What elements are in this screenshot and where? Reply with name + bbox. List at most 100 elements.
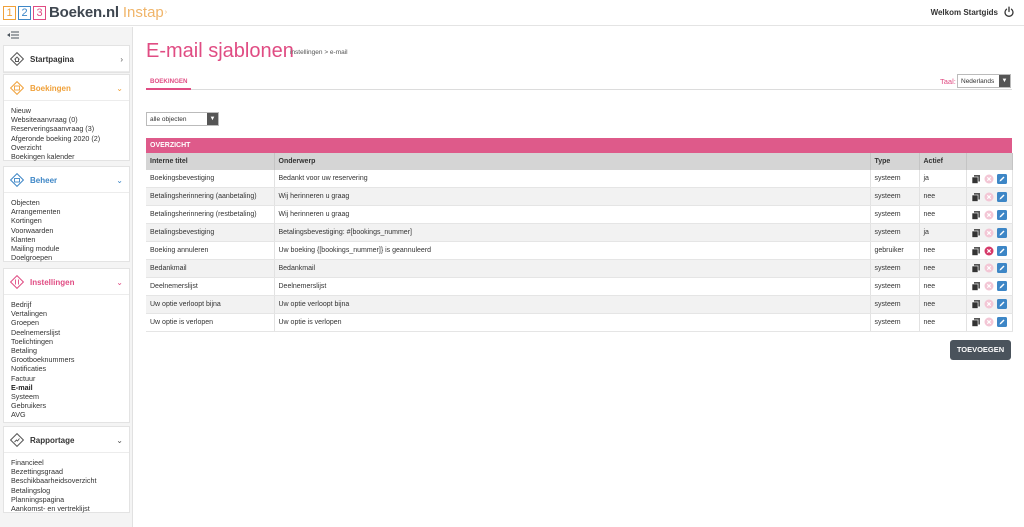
- copy-icon[interactable]: [971, 192, 981, 202]
- col-type: Type: [870, 153, 920, 170]
- sidebar-item-vertalingen[interactable]: Vertalingen: [11, 309, 129, 318]
- sidebar-item-overzicht[interactable]: Overzicht: [11, 143, 129, 152]
- delete-icon[interactable]: [984, 192, 994, 202]
- sidebar-item-avg[interactable]: AVG: [11, 410, 129, 419]
- sidebar-item-websiteaanvraag[interactable]: Websiteaanvraag (0): [11, 115, 129, 124]
- sidebar-item-bezettingsgraad[interactable]: Bezettingsgraad: [11, 467, 129, 476]
- sidebar-panel-head-startpagina[interactable]: Startpagina ›: [4, 46, 129, 72]
- language-select[interactable]: Nederlands ▼: [957, 74, 1011, 88]
- edit-icon[interactable]: [996, 209, 1007, 220]
- copy-icon[interactable]: [971, 299, 981, 309]
- sidebar-item-betaling[interactable]: Betaling: [11, 346, 129, 355]
- sidebar-panel-title: Beheer: [30, 176, 58, 185]
- sidebar-panel-beheer: Beheer ⌄ Objecten Arrangementen Kortinge…: [3, 166, 130, 262]
- settings-icon: [10, 275, 24, 289]
- sidebar-panel-boekingen: Boekingen ⌄ Nieuw Websiteaanvraag (0) Re…: [3, 74, 130, 161]
- table-row[interactable]: Deelnemerslijst Deelnemerslijst systeem nee: [146, 277, 1013, 296]
- copy-icon[interactable]: [971, 263, 981, 274]
- sidebar-item-deelnemerslijst[interactable]: Deelnemerslijst: [11, 328, 129, 337]
- sidebar-item-voorwaarden[interactable]: Voorwaarden: [11, 226, 129, 235]
- table-row[interactable]: Uw optie verloopt bijna Uw optie verloopt…: [146, 295, 1013, 314]
- sidebar-item-bedrijf[interactable]: Bedrijf: [11, 300, 129, 309]
- object-filter-value: alle objecten: [150, 116, 187, 123]
- col-actief: Actief: [919, 153, 967, 170]
- delete-icon[interactable]: [984, 246, 994, 256]
- delete-icon[interactable]: [984, 210, 994, 220]
- delete-icon[interactable]: [984, 299, 994, 309]
- email-templates-table: Interne titel Onderwerp Type Actief Boek…: [146, 153, 1013, 332]
- overview-title: OVERZICHT: [146, 138, 1012, 153]
- table-row[interactable]: Betalingsbevestiging Betalingsbevestiging…: [146, 223, 1013, 243]
- sidebar-item-planningspagina[interactable]: Planningspagina: [11, 495, 129, 504]
- sidebar-item-factuur[interactable]: Factuur: [11, 374, 129, 383]
- delete-icon[interactable]: [984, 174, 994, 184]
- cell-onderwerp: Wij herinneren u graag: [274, 205, 871, 225]
- cell-actief: nee: [919, 241, 967, 260]
- copy-icon[interactable]: [971, 228, 981, 238]
- sidebar-panel-startpagina: Startpagina ›: [3, 45, 130, 73]
- edit-icon[interactable]: [996, 263, 1007, 274]
- sidebar-item-notificaties[interactable]: Notificaties: [11, 364, 129, 373]
- menu-collapse-icon[interactable]: [7, 31, 19, 39]
- sidebar-item-aankomst-vertreklijst[interactable]: Aankomst- en vertreklijst: [11, 504, 129, 513]
- sidebar-item-boekingen-kalender[interactable]: Boekingen kalender: [11, 152, 129, 161]
- table-row[interactable]: Boeking annuleren Uw boeking {[bookings_n…: [146, 241, 1013, 260]
- delete-icon[interactable]: [984, 317, 994, 327]
- sidebar: Startpagina › Boekingen ⌄ Nieuw Websitea…: [0, 27, 133, 527]
- sidebar-item-gebruikers[interactable]: Gebruikers: [11, 401, 129, 410]
- copy-icon[interactable]: [971, 281, 981, 292]
- edit-icon[interactable]: [996, 227, 1007, 238]
- copy-icon[interactable]: [971, 174, 981, 184]
- sidebar-item-kortingen[interactable]: Kortingen: [11, 216, 129, 225]
- delete-icon[interactable]: [984, 281, 994, 291]
- sidebar-item-grootboeknummers[interactable]: Grootboeknummers: [11, 355, 129, 364]
- sidebar-item-nieuw[interactable]: Nieuw: [11, 106, 129, 115]
- edit-icon[interactable]: [996, 191, 1007, 202]
- copy-icon[interactable]: [971, 210, 981, 220]
- welcome-user[interactable]: Welkom Startgids: [931, 8, 998, 17]
- copy-icon[interactable]: [971, 317, 981, 327]
- table-row[interactable]: Uw optie is verlopen Uw optie is verlopen…: [146, 313, 1013, 332]
- sidebar-item-financieel[interactable]: Financieel: [11, 458, 129, 467]
- copy-icon[interactable]: [971, 246, 981, 256]
- sidebar-item-email[interactable]: E-mail: [11, 383, 129, 392]
- cell-type: systeem: [870, 313, 920, 332]
- sidebar-items-rapportage: Financieel Bezettingsgraad Beschikbaarhe…: [4, 453, 129, 517]
- edit-icon[interactable]: [996, 281, 1007, 292]
- table-row[interactable]: Betalingsherinnering (aanbetaling) Wij he…: [146, 187, 1013, 207]
- power-icon[interactable]: [1003, 6, 1015, 18]
- sidebar-item-mailing-module[interactable]: Mailing module: [11, 244, 129, 253]
- col-actions: [966, 153, 1013, 170]
- sidebar-item-betalingslog[interactable]: Betalingslog: [11, 486, 129, 495]
- sidebar-item-afgeronde-boeking[interactable]: Afgeronde boeking 2020 (2): [11, 134, 129, 143]
- table-row[interactable]: Bedankmail Bedankmail systeem nee: [146, 259, 1013, 278]
- sidebar-item-objecten[interactable]: Objecten: [11, 198, 129, 207]
- sidebar-panel-head-instellingen[interactable]: Instellingen ⌄: [4, 269, 129, 295]
- sidebar-item-toelichtingen[interactable]: Toelichtingen: [11, 337, 129, 346]
- col-onderwerp: Onderwerp: [274, 153, 871, 170]
- delete-icon[interactable]: [984, 228, 994, 238]
- sidebar-item-klanten[interactable]: Klanten: [11, 235, 129, 244]
- sidebar-item-reserveringsaanvraag[interactable]: Reserveringsaanvraag (3): [11, 124, 129, 133]
- edit-icon[interactable]: [996, 317, 1007, 328]
- edit-icon[interactable]: [996, 245, 1007, 256]
- sidebar-item-arrangementen[interactable]: Arrangementen: [11, 207, 129, 216]
- tab-boekingen[interactable]: BOEKINGEN: [146, 74, 192, 90]
- sidebar-panel-head-boekingen[interactable]: Boekingen ⌄: [4, 75, 129, 101]
- add-template-button[interactable]: TOEVOEGEN: [950, 340, 1011, 360]
- table-row[interactable]: Betalingsherinnering (restbetaling) Wij h…: [146, 205, 1013, 225]
- edit-icon[interactable]: [996, 173, 1007, 184]
- sidebar-items-boekingen: Nieuw Websiteaanvraag (0) Reserveringsaa…: [4, 101, 129, 165]
- table-row[interactable]: Boekingsbevestiging Bedankt voor uw reser…: [146, 170, 1013, 189]
- logo[interactable]: 1 2 3 Boeken.nl Instap ›: [3, 4, 167, 21]
- sidebar-item-doelgroepen[interactable]: Doelgroepen: [11, 253, 129, 262]
- sidebar-panel-head-beheer[interactable]: Beheer ⌄: [4, 167, 129, 193]
- sidebar-item-systeem[interactable]: Systeem: [11, 392, 129, 401]
- edit-icon[interactable]: [996, 299, 1007, 310]
- delete-icon[interactable]: [984, 263, 994, 273]
- sidebar-item-beschikbaarheidsoverzicht[interactable]: Beschikbaarheidsoverzicht: [11, 476, 129, 485]
- breadcrumb[interactable]: instellingen > e-mail: [290, 49, 348, 56]
- sidebar-item-groepen[interactable]: Groepen: [11, 318, 129, 327]
- object-filter-select[interactable]: alle objecten ▼: [146, 112, 219, 126]
- sidebar-panel-head-rapportage[interactable]: Rapportage ⌄: [4, 427, 129, 453]
